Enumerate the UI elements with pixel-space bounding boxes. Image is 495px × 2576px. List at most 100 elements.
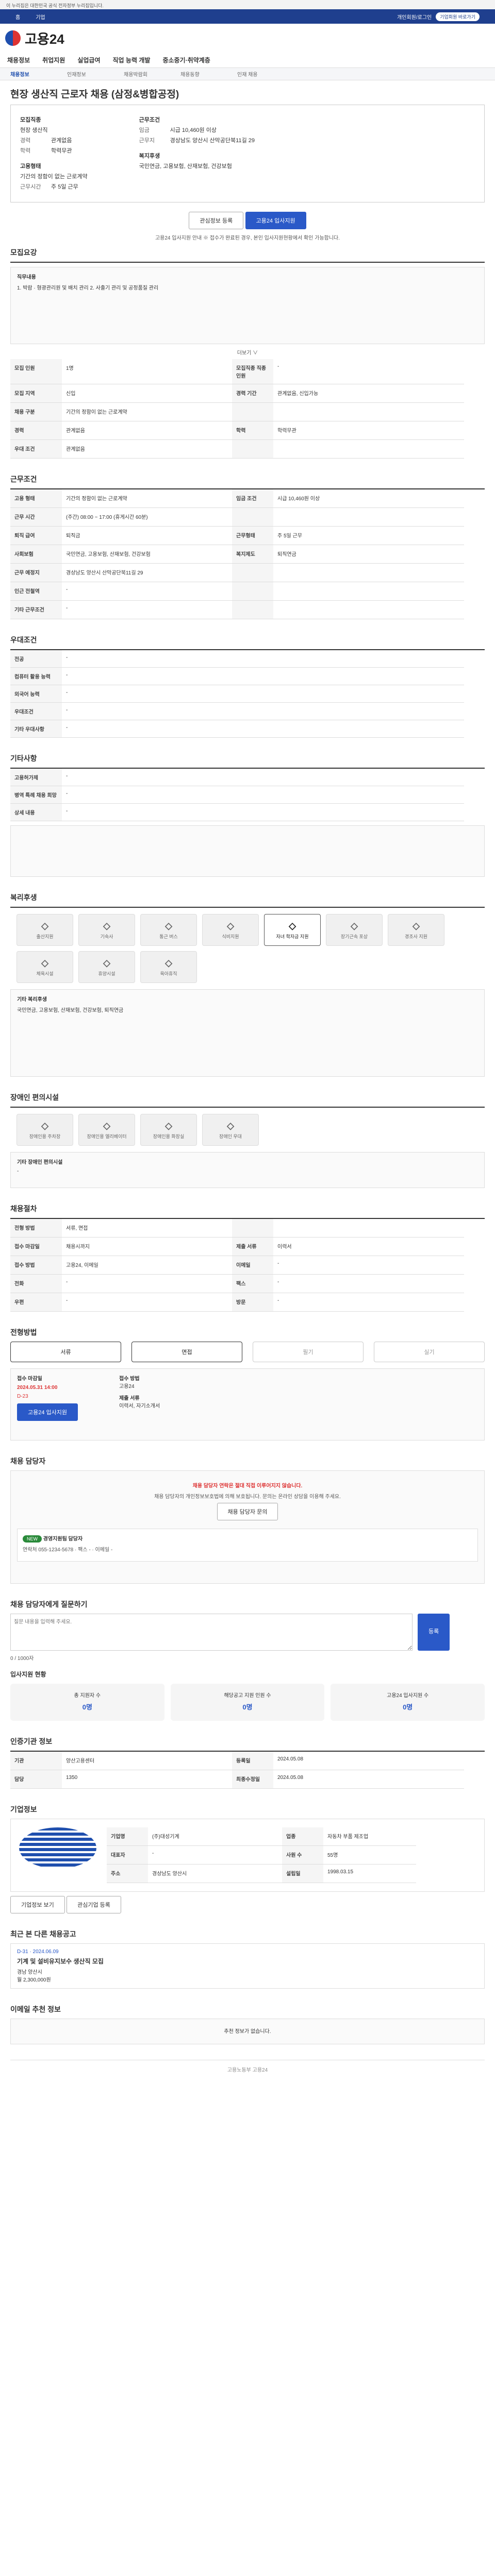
tab-written[interactable]: 필기 bbox=[253, 1342, 364, 1362]
table-label: 모집직종 직종 인원 bbox=[232, 359, 273, 384]
question-input[interactable] bbox=[10, 1614, 412, 1651]
table-label: 팩스 bbox=[232, 1275, 273, 1293]
table-value: 기간의 정함이 없는 근로계약 bbox=[62, 489, 232, 508]
sub-nav-item[interactable]: 인재정보 bbox=[67, 70, 124, 78]
welfare-item: ◇ 장애인 우대 bbox=[202, 1114, 259, 1146]
apply-note: 고용24 입사지원 안내 ※ 접수가 완료된 경우, 본인 입사지원현황에서 확… bbox=[155, 235, 340, 241]
section-title: 장애인 편의시설 bbox=[10, 1093, 59, 1101]
welfare-item: ◇ 장애인용 주차장 bbox=[16, 1114, 73, 1146]
company-box: 기업명 (주)대성기계 업종 자동차 부품 제조업 대표자 - 사원 수 55명 주소 경상남도 … bbox=[10, 1819, 485, 1892]
table-value: 퇴직연금 bbox=[273, 545, 464, 564]
table-label: 경력 기간 bbox=[232, 384, 273, 403]
dday-badge: D-23 bbox=[17, 1394, 28, 1399]
gnb: 채용정보 취업지원 실업급여 직업 능력 개발 중소중기·취약계층 bbox=[0, 53, 495, 68]
welfare-icon: ◇ bbox=[227, 921, 234, 931]
table-label bbox=[232, 440, 273, 459]
company-info-button[interactable]: 기업정보 보기 bbox=[10, 1896, 65, 1913]
ent-member-button[interactable]: 기업회원 바로가기 bbox=[436, 12, 480, 21]
table-label: 기타 우대사항 bbox=[10, 720, 62, 738]
section-title: 채용절차 bbox=[10, 1205, 37, 1213]
top-home-link[interactable]: 홈 bbox=[15, 13, 20, 21]
table-value bbox=[273, 1219, 464, 1238]
table-label: 채용 구분 bbox=[10, 403, 62, 421]
table-label: 대표자 bbox=[107, 1846, 148, 1865]
table-label: 복지제도 bbox=[232, 545, 273, 564]
table-value: 이력서 bbox=[273, 1238, 464, 1256]
no-recommend: 추천 정보가 없습니다. bbox=[10, 2019, 485, 2044]
table-value: - bbox=[62, 786, 464, 804]
gnb-item[interactable]: 중소중기·취약계층 bbox=[156, 56, 216, 64]
table-value bbox=[273, 440, 464, 459]
top-ent-link[interactable]: 기업 bbox=[36, 13, 45, 21]
table-value bbox=[273, 601, 464, 619]
table-label: 학력 bbox=[232, 421, 273, 440]
table-label: 전공 bbox=[10, 650, 62, 668]
welfare-icon: ◇ bbox=[41, 921, 48, 931]
table-label: 모집 인원 bbox=[10, 359, 62, 384]
table-label: 고용허가제 bbox=[10, 769, 62, 786]
table-label bbox=[232, 601, 273, 619]
table-value: 퇴직금 bbox=[62, 527, 232, 545]
contact-button[interactable]: 채용 담당자 문의 bbox=[217, 1503, 278, 1520]
table-label: 최종수정일 bbox=[232, 1770, 273, 1789]
section-title: 입사지원 현황 bbox=[10, 1671, 46, 1678]
sub-nav-item[interactable]: 채용정보 bbox=[10, 70, 67, 78]
table-value: - bbox=[273, 1293, 464, 1312]
welfare-item: ◇ 경조사 지원 bbox=[388, 914, 444, 946]
table-label: 퇴직 급여 bbox=[10, 527, 62, 545]
tab-practical[interactable]: 실기 bbox=[374, 1342, 485, 1362]
apply-button[interactable]: 고용24 입사지원 bbox=[245, 212, 306, 229]
welfare-item: ◇ 장애인용 화장실 bbox=[140, 1114, 197, 1146]
welfare-icon: ◇ bbox=[103, 958, 110, 968]
table-label bbox=[232, 582, 273, 601]
table-value: - bbox=[62, 650, 464, 668]
section-title: 이메일 추천 정보 bbox=[10, 2005, 61, 2013]
table-label: 컴퓨터 활용 능력 bbox=[10, 668, 62, 685]
company-fav-button[interactable]: 관심기업 등록 bbox=[67, 1896, 121, 1913]
table-value: - bbox=[62, 668, 464, 685]
table-value: 2024.05.08 bbox=[273, 1770, 464, 1789]
screening-tabs: 서류 면접 필기 실기 bbox=[10, 1342, 485, 1362]
table-value: (주)대성기계 bbox=[148, 1827, 282, 1846]
welfare-icon: ◇ bbox=[41, 1121, 48, 1131]
table-value: - bbox=[62, 804, 464, 821]
welfare-icon: ◇ bbox=[412, 921, 420, 931]
table-label: 기업명 bbox=[107, 1827, 148, 1846]
table-label bbox=[232, 564, 273, 582]
table-value: 학력무관 bbox=[273, 421, 464, 440]
table-label: 근무 시간 bbox=[10, 508, 62, 527]
question-submit[interactable]: 등록 bbox=[418, 1614, 450, 1651]
section-title: 기업정보 bbox=[10, 1805, 37, 1814]
gnb-item[interactable]: 취업지원 bbox=[36, 56, 71, 64]
sub-nav-item[interactable]: 채용박람회 bbox=[124, 70, 180, 78]
login-link[interactable]: 개인회원/로그인 bbox=[397, 13, 432, 21]
table-value: 채용시까지 bbox=[62, 1238, 232, 1256]
more-link[interactable]: 더보기 ∨ bbox=[10, 348, 485, 356]
gnb-item[interactable]: 채용정보 bbox=[1, 56, 36, 64]
tab-interview[interactable]: 면접 bbox=[131, 1342, 242, 1362]
gnb-item[interactable]: 실업급여 bbox=[71, 56, 106, 64]
site-logo[interactable]: 고용24 bbox=[0, 24, 495, 53]
sub-nav-item[interactable]: 인재 채용 bbox=[237, 70, 294, 78]
table-label: 임금 조건 bbox=[232, 489, 273, 508]
deadline-date: 2024.05.31 14:00 bbox=[17, 1385, 58, 1391]
recent-job-card[interactable]: D-31 · 2024.06.09 기계 및 설비유지보수 생산직 모집 경남 … bbox=[10, 1943, 485, 1989]
table-label: 기관 bbox=[10, 1752, 62, 1770]
table-label: 우편 bbox=[10, 1293, 62, 1312]
apply-button-2[interactable]: 고용24 입사지원 bbox=[17, 1403, 78, 1421]
table-value: - bbox=[62, 720, 464, 738]
table-label: 접수 방법 bbox=[10, 1256, 62, 1275]
table-label: 우대조건 bbox=[10, 703, 62, 720]
gnb-item[interactable]: 직업 능력 개발 bbox=[107, 56, 157, 64]
char-count: 0 / 1000자 bbox=[10, 1656, 34, 1662]
table-value: - bbox=[62, 1293, 232, 1312]
duties-box: 직무내용 1. 박람 · 형광관리원 및 배치 관리 2. 사출기 관리 및 공… bbox=[10, 267, 485, 344]
tab-documents[interactable]: 서류 bbox=[10, 1342, 121, 1362]
sub-nav-item[interactable]: 채용동향 bbox=[180, 70, 237, 78]
table-value: - bbox=[62, 769, 464, 786]
stat-card: 총 지원자 수 0명 bbox=[10, 1684, 164, 1721]
table-label: 상세 내용 bbox=[10, 804, 62, 821]
favorite-button[interactable]: 관심정보 등록 bbox=[189, 212, 244, 229]
welfare-item: ◇ 휴양시설 bbox=[78, 951, 135, 983]
section-title: 우대조건 bbox=[10, 636, 37, 644]
